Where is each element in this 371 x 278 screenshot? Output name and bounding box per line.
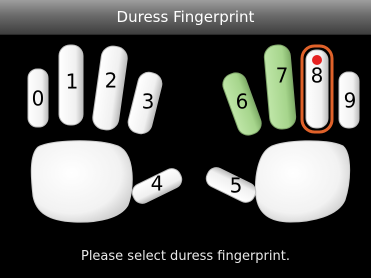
finger-1-label: 1 — [66, 70, 79, 94]
title-bar: Duress Fingerprint — [0, 0, 371, 35]
finger-3-label: 3 — [142, 90, 155, 114]
finger-9-label: 9 — [344, 89, 357, 113]
left-palm — [30, 140, 133, 223]
finger-2-label: 2 — [105, 69, 118, 93]
hands-stage: 0123456789 — [0, 34, 371, 278]
finger-6-label: 6 — [236, 90, 249, 114]
instruction-message: Please select duress fingerprint. — [80, 249, 290, 264]
page-title: Duress Fingerprint — [116, 8, 255, 26]
hands-diagram: 01 234 567 89 — [27, 44, 360, 223]
finger-0-label: 0 — [32, 87, 45, 111]
duress-fingerprint-screen: Duress Fingerprint 0 1 2 3 4 5 6 7 8 9 P… — [0, 0, 371, 278]
finger-7-label: 7 — [276, 64, 289, 88]
finger-5-label: 5 — [230, 174, 243, 198]
finger-4-label: 4 — [151, 172, 164, 196]
finger-8-label: 8 — [311, 64, 324, 88]
right-palm — [255, 140, 351, 223]
